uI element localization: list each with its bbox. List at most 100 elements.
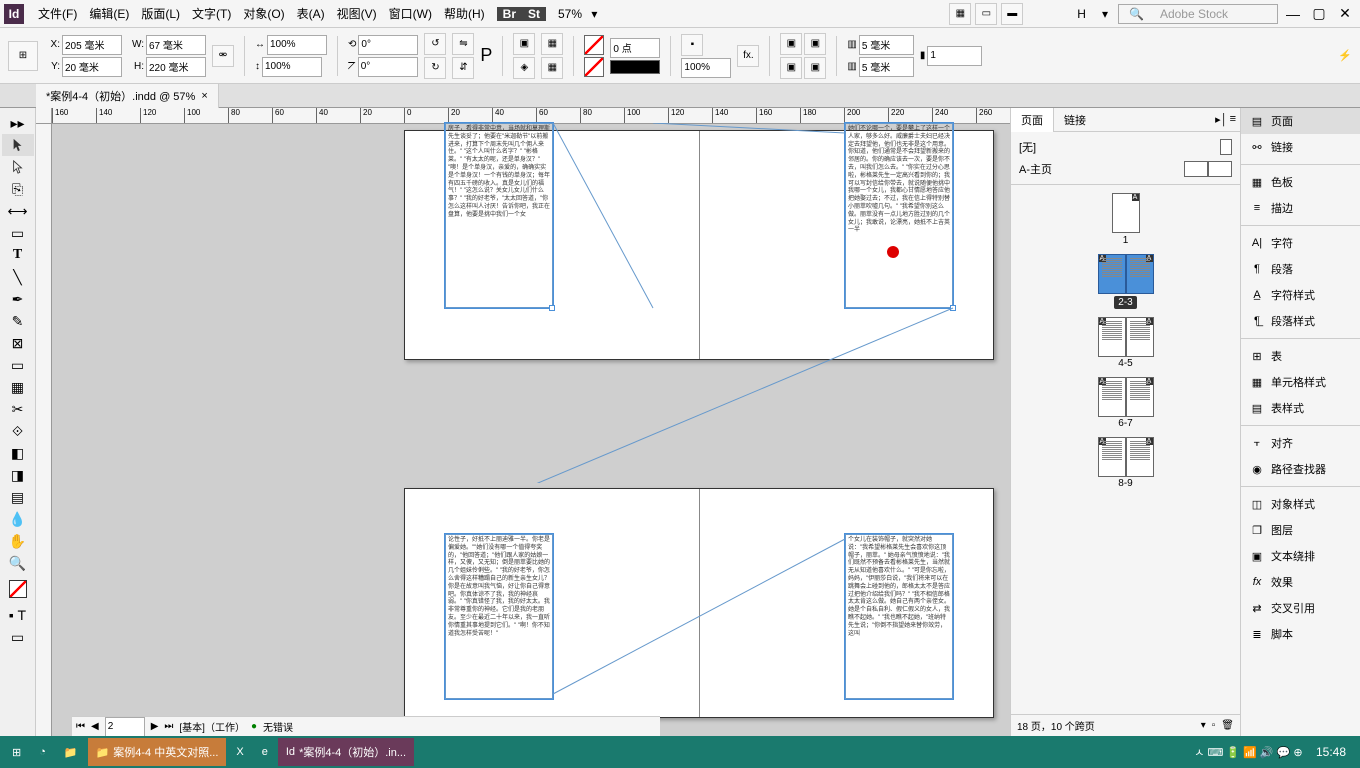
page-nav-prev-icon[interactable]: ◀ bbox=[91, 721, 99, 732]
wrap-bbox-icon[interactable]: ▣ bbox=[804, 33, 826, 55]
drop-shadow-icon[interactable]: ▪ bbox=[681, 34, 703, 56]
text-frame-page3[interactable]: 她们不论哪一个，要是攀上了这样一个人家，够多么好。威廉爵士夫妇已经决定去拜望他，… bbox=[845, 123, 953, 308]
rail-paragraph[interactable]: ¶段落 bbox=[1241, 256, 1360, 282]
rail-stroke[interactable]: ≡描边 bbox=[1241, 195, 1360, 221]
maximize-button[interactable]: ▢ bbox=[1308, 4, 1330, 24]
rectangle-tool[interactable]: ▭ bbox=[2, 354, 34, 376]
w-field[interactable]: 67 毫米 bbox=[146, 35, 206, 55]
rail-obj-styles[interactable]: ◫对象样式 bbox=[1241, 491, 1360, 517]
reference-point-icon[interactable]: ⊞ bbox=[8, 41, 38, 71]
y-field[interactable]: 20 毫米 bbox=[62, 57, 122, 77]
taskbar-explorer-icon[interactable]: 📁 bbox=[56, 738, 86, 766]
taskbar-app1[interactable]: 📁 案例4-4 中英文对照... bbox=[88, 738, 227, 766]
rail-scripts[interactable]: ≣脚本 bbox=[1241, 621, 1360, 647]
rail-text-wrap[interactable]: ▣文本绕排 bbox=[1241, 543, 1360, 569]
menu-view[interactable]: 视图(V) bbox=[331, 5, 383, 22]
edit-page-size-icon[interactable]: ▾ bbox=[1201, 720, 1206, 731]
horizontal-ruler[interactable]: 1601401201008060402002040608010012014016… bbox=[52, 108, 1010, 124]
view-options-icon[interactable]: ▦ bbox=[949, 3, 971, 25]
hand-tool[interactable]: ✋ bbox=[2, 530, 34, 552]
close-button[interactable]: ✕ bbox=[1334, 4, 1356, 24]
page-thumb-6-7[interactable]: AA bbox=[1098, 377, 1154, 417]
col-gutter1-field[interactable]: 5 毫米 bbox=[859, 35, 914, 55]
select-content-icon[interactable]: ◈ bbox=[513, 57, 535, 79]
zoom-tool[interactable]: 🔍 bbox=[2, 552, 34, 574]
search-stock-input[interactable]: 🔍 Adobe Stock bbox=[1118, 4, 1278, 24]
page-number-field[interactable]: 2 bbox=[105, 717, 145, 737]
rail-char-styles[interactable]: A̲字符样式 bbox=[1241, 282, 1360, 308]
rail-swatches[interactable]: ▦色板 bbox=[1241, 169, 1360, 195]
arrange-icon[interactable]: ▬ bbox=[1001, 3, 1023, 25]
menu-help[interactable]: 帮助(H) bbox=[438, 5, 491, 22]
rotate-ccw-icon[interactable]: ↺ bbox=[424, 33, 446, 55]
wrap-none-icon[interactable]: ▣ bbox=[780, 33, 802, 55]
scale-x-field[interactable]: 100% bbox=[267, 35, 327, 55]
stroke-style-dropdown[interactable] bbox=[610, 60, 660, 74]
wrap-jump-icon[interactable]: ▣ bbox=[804, 57, 826, 79]
rail-links[interactable]: ⚯链接 bbox=[1241, 134, 1360, 160]
tab-links[interactable]: 链接 bbox=[1054, 108, 1096, 132]
menu-type[interactable]: 文字(T) bbox=[186, 5, 237, 22]
start-button[interactable]: ⊞ bbox=[4, 738, 29, 766]
screen-mode-icon[interactable]: ▭ bbox=[975, 3, 997, 25]
page-nav-next-icon[interactable]: ▶ bbox=[151, 721, 159, 732]
page-thumb-4-5[interactable]: AA bbox=[1098, 317, 1154, 357]
text-frame-page5[interactable]: 个女儿在装饰帽子，就突然对她说："我希望彬格莱先生会喜欢你这顶帽子，丽萃。" 她… bbox=[845, 534, 953, 699]
rail-character[interactable]: A|字符 bbox=[1241, 230, 1360, 256]
stock-icon[interactable]: St bbox=[522, 7, 546, 21]
menu-window[interactable]: 窗口(W) bbox=[383, 5, 438, 22]
panel-collapse-icon[interactable]: ▸│ bbox=[1215, 113, 1227, 126]
apply-color-icon[interactable]: ▪ T bbox=[2, 604, 34, 626]
content-collector-tool[interactable]: ▭ bbox=[2, 222, 34, 244]
pen-tool[interactable]: ✒ bbox=[2, 288, 34, 310]
gradient-swatch-tool[interactable]: ◧ bbox=[2, 442, 34, 464]
view-mode-icon[interactable]: ▭ bbox=[2, 626, 34, 648]
master-none[interactable]: [无] bbox=[1015, 136, 1236, 158]
rail-table[interactable]: ⊞表 bbox=[1241, 343, 1360, 369]
page-nav-last-icon[interactable]: ⏭ bbox=[164, 721, 173, 732]
rail-xref[interactable]: ⇄交叉引用 bbox=[1241, 595, 1360, 621]
stroke-swatch[interactable] bbox=[584, 57, 604, 77]
selection-tool[interactable] bbox=[2, 134, 34, 156]
fit-content-icon[interactable]: ▦ bbox=[541, 57, 563, 79]
scissors-tool[interactable]: ✂ bbox=[2, 398, 34, 420]
tray-icons[interactable]: ㅅ ⌨ 🔋 📶 🔊 💬 ⊕ bbox=[1194, 747, 1302, 759]
shear-field[interactable]: 0° bbox=[358, 57, 418, 77]
type-tool[interactable]: T bbox=[2, 244, 34, 266]
rectangle-frame-tool[interactable]: ⊠ bbox=[2, 332, 34, 354]
menu-object[interactable]: 对象(O) bbox=[237, 5, 290, 22]
pencil-tool[interactable]: ✎ bbox=[2, 310, 34, 332]
ruler-origin[interactable] bbox=[36, 108, 52, 124]
zoom-display[interactable]: 57% ▾ bbox=[546, 7, 603, 21]
page-thumb-1[interactable]: A bbox=[1112, 193, 1140, 233]
effects-icon[interactable]: fx. bbox=[737, 45, 759, 67]
rail-para-styles[interactable]: ¶̲段落样式 bbox=[1241, 308, 1360, 334]
x-field[interactable]: 205 毫米 bbox=[62, 35, 122, 55]
taskbar-search-icon[interactable]: ◔ bbox=[31, 738, 54, 766]
rail-table-styles[interactable]: ▤表样式 bbox=[1241, 395, 1360, 421]
opacity-field[interactable]: 100% bbox=[681, 58, 731, 78]
new-page-icon[interactable]: ▫ bbox=[1212, 720, 1216, 731]
canvas-area[interactable]: 1601401201008060402002040608010012014016… bbox=[36, 108, 1010, 736]
col-gutter2-field[interactable]: 5 毫米 bbox=[859, 57, 914, 77]
delete-page-icon[interactable]: 🗑 bbox=[1221, 720, 1234, 731]
stroke-weight-field[interactable]: 0 点 bbox=[610, 38, 660, 58]
clock[interactable]: 15:48 bbox=[1316, 745, 1346, 759]
col-count-field[interactable]: 1 bbox=[927, 46, 982, 66]
expand-panel-icon[interactable]: ▸▸ bbox=[2, 112, 34, 134]
fill-swatch[interactable] bbox=[584, 35, 604, 55]
panel-menu-icon[interactable]: ≡ bbox=[1230, 113, 1236, 126]
scale-y-field[interactable]: 100% bbox=[262, 57, 322, 77]
eyedropper-tool[interactable]: 💧 bbox=[2, 508, 34, 530]
flip-h-icon[interactable]: ⇋ bbox=[452, 33, 474, 55]
taskbar-indesign[interactable]: Id *案例4-4（初始）.in... bbox=[278, 738, 414, 766]
bridge-icon[interactable]: Br bbox=[497, 7, 522, 21]
rail-cell-styles[interactable]: ▦单元格样式 bbox=[1241, 369, 1360, 395]
menu-file[interactable]: 文件(F) bbox=[32, 5, 83, 22]
fit-frame-icon[interactable]: ▦ bbox=[541, 33, 563, 55]
quick-apply-icon[interactable]: ⚡ bbox=[1338, 49, 1352, 62]
rail-pathfinder[interactable]: ◉路径查找器 bbox=[1241, 456, 1360, 482]
page-thumb-8-9[interactable]: AA bbox=[1098, 437, 1154, 477]
wrap-shape-icon[interactable]: ▣ bbox=[780, 57, 802, 79]
grid-tool[interactable]: ▦ bbox=[2, 376, 34, 398]
